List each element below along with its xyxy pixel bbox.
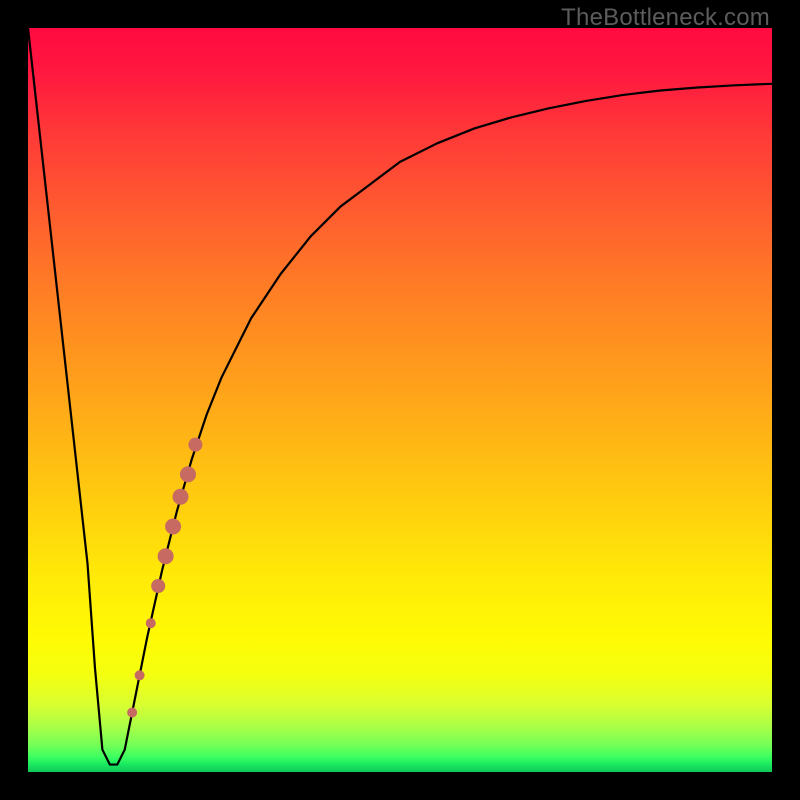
watermark-text: TheBottleneck.com xyxy=(561,4,770,32)
data-marker xyxy=(165,518,181,534)
data-marker xyxy=(146,618,156,628)
plot-area xyxy=(28,28,772,772)
chart-frame: TheBottleneck.com xyxy=(0,0,800,800)
marker-group xyxy=(127,438,202,718)
data-marker xyxy=(135,670,145,680)
curve-layer xyxy=(28,28,772,772)
data-marker xyxy=(158,548,174,564)
data-marker xyxy=(127,707,137,717)
data-marker xyxy=(180,466,196,482)
bottleneck-curve xyxy=(28,28,772,765)
data-marker xyxy=(173,489,189,505)
data-marker xyxy=(188,438,202,452)
data-marker xyxy=(151,579,165,593)
